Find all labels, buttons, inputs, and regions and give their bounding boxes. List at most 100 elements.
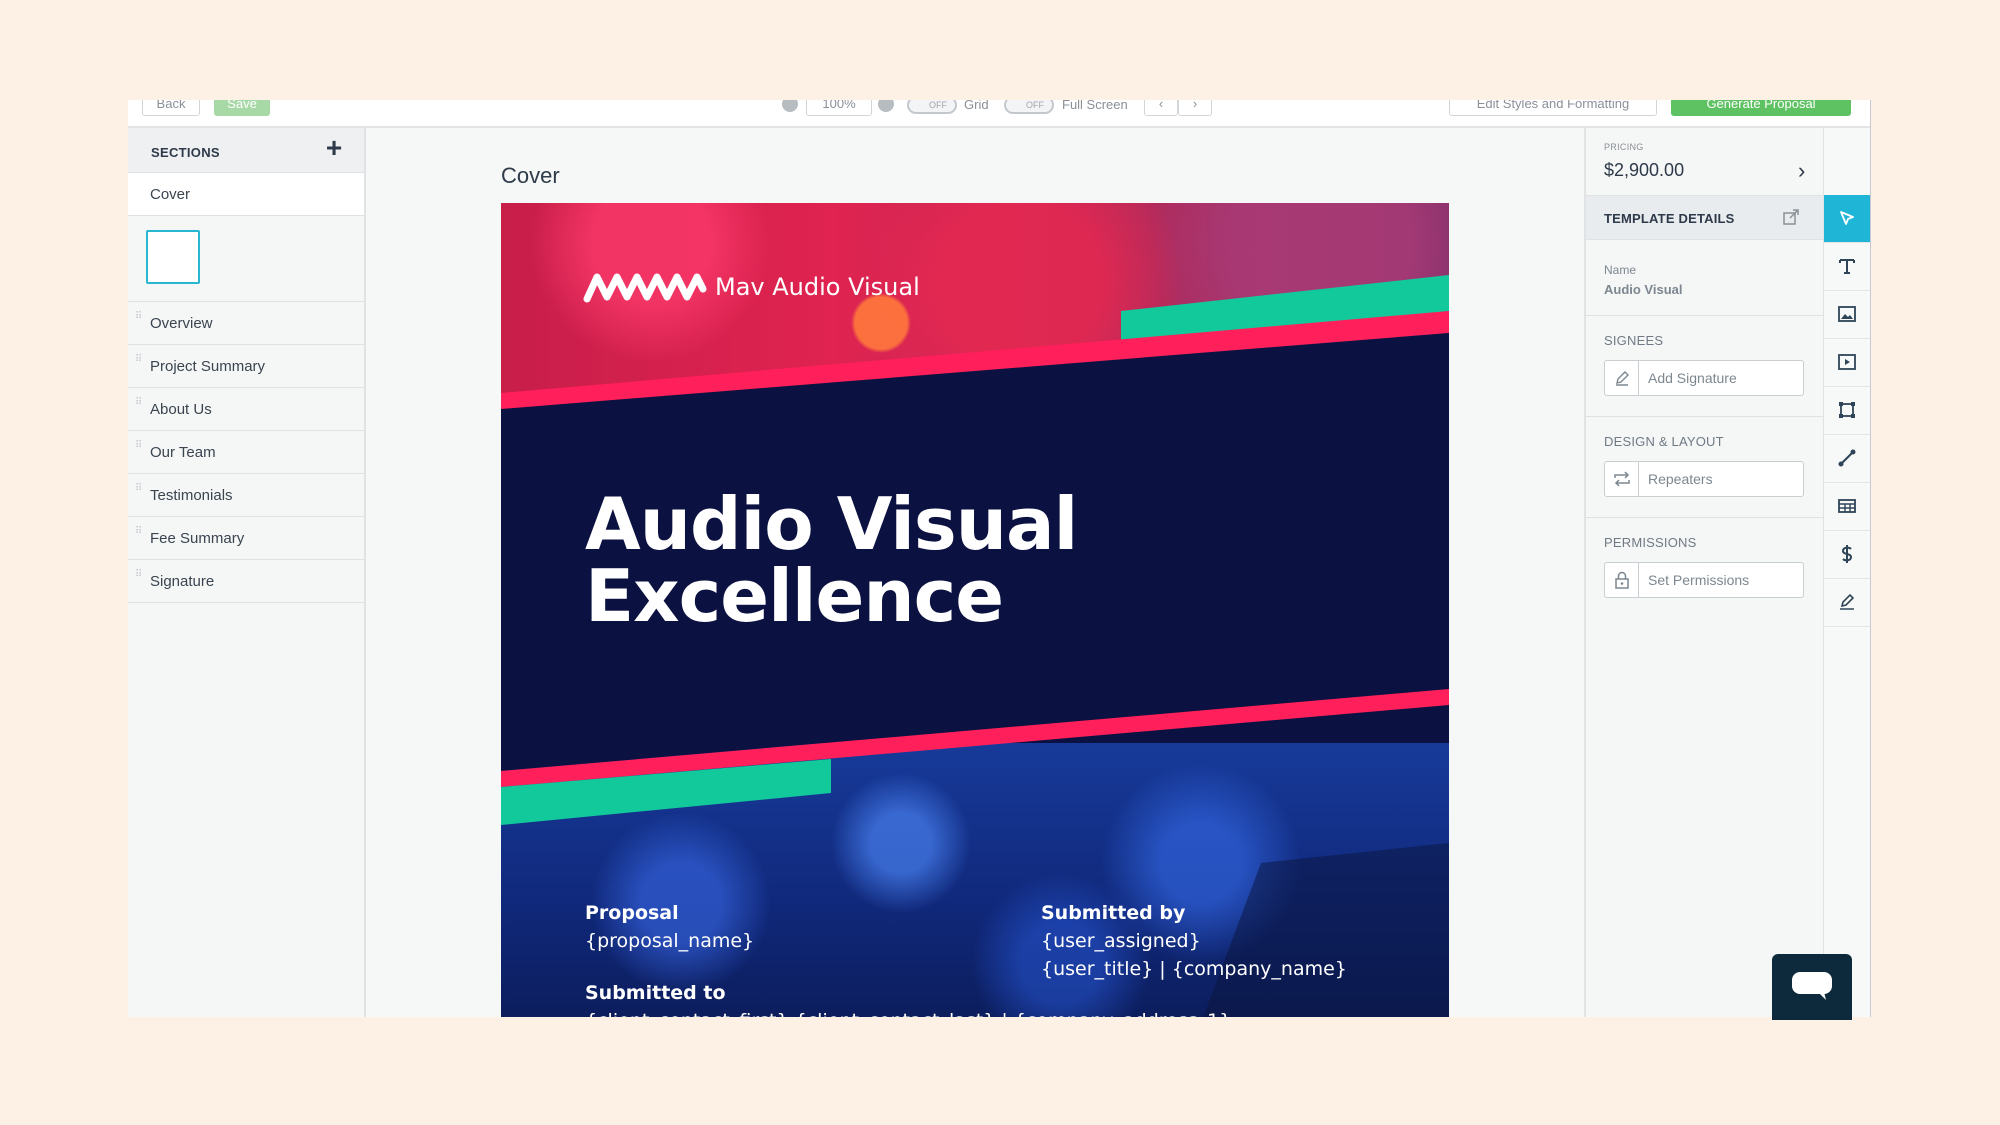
grid-toggle[interactable]: OFF: [907, 100, 957, 114]
text-tool[interactable]: [1824, 243, 1870, 291]
submitted-by-label: Submitted by: [1041, 902, 1186, 924]
drag-handle-icon[interactable]: ⠿: [135, 355, 143, 373]
sections-title: SECTIONS: [151, 145, 220, 160]
submitted-to-label: Submitted to: [585, 982, 726, 1004]
signature-tool[interactable]: [1824, 579, 1870, 627]
redo-button[interactable]: ›: [1178, 100, 1212, 116]
pointer-tool[interactable]: [1824, 195, 1870, 243]
template-details-title: TEMPLATE DETAILS: [1604, 211, 1735, 226]
submitted-to-value: {client_contact_first} {client_contact_l…: [585, 1007, 1231, 1017]
tool-rail: [1823, 128, 1870, 1017]
video-tool[interactable]: [1824, 339, 1870, 387]
proposal-editor: Back Save 100% OFF Grid OFF Full Screen …: [128, 100, 1871, 1017]
line-tool[interactable]: [1824, 435, 1870, 483]
zoom-in-icon[interactable]: [878, 100, 894, 112]
cover-thumbnail-row: [128, 216, 364, 302]
sidebar-item-label: Testimonials: [150, 487, 233, 504]
dollar-icon: [1841, 545, 1853, 563]
signature-icon: [1840, 593, 1855, 610]
sidebar-item-label: Our Team: [150, 444, 216, 461]
drag-handle-icon[interactable]: ⠿: [135, 484, 143, 502]
sidebar-item-signature[interactable]: ⠿ Signature: [128, 560, 364, 603]
chat-widget-button[interactable]: [1772, 954, 1852, 1020]
name-label: Name: [1604, 263, 1637, 277]
add-signature-button[interactable]: Add Signature: [1604, 360, 1804, 396]
table-tool[interactable]: [1824, 483, 1870, 531]
add-signature-label: Add Signature: [1648, 370, 1737, 386]
submitted-to-field: Submitted to {client_contact_first} {cli…: [585, 979, 1231, 1017]
headline-line-2: Excellence: [585, 554, 1004, 638]
sidebar-item-label: Signature: [150, 573, 215, 590]
sidebar-item-label: Project Summary: [150, 358, 266, 375]
image-tool[interactable]: [1824, 291, 1870, 339]
set-permissions-label: Set Permissions: [1648, 572, 1750, 588]
section-title: Cover: [501, 163, 560, 188]
undo-button[interactable]: ‹: [1144, 100, 1178, 116]
sidebar-item-testimonials[interactable]: ⠿ Testimonials: [128, 474, 364, 517]
chevron-right-icon[interactable]: ›: [1798, 158, 1805, 184]
brand-name: Mav Audio Visual: [715, 273, 920, 301]
design-layout-section: DESIGN & LAYOUT Repeaters: [1586, 417, 1823, 518]
sidebar-item-fee-summary[interactable]: ⠿ Fee Summary: [128, 517, 364, 560]
signees-title: SIGNEES: [1604, 333, 1664, 348]
edit-styles-button[interactable]: Edit Styles and Formatting: [1449, 100, 1657, 116]
fullscreen-toggle[interactable]: OFF: [1004, 100, 1054, 114]
repeaters-label: Repeaters: [1648, 471, 1713, 487]
chat-bubble-icon: [1792, 972, 1832, 1000]
name-value: Audio Visual: [1604, 282, 1683, 297]
design-layout-title: DESIGN & LAYOUT: [1604, 434, 1724, 449]
redo-icon: ›: [1192, 100, 1198, 111]
video-icon: [1838, 354, 1856, 370]
line-icon: [1838, 449, 1856, 467]
sidebar-item-label: Fee Summary: [150, 530, 245, 547]
sections-header: SECTIONS +: [128, 128, 364, 173]
undo-icon: ‹: [1158, 100, 1164, 111]
sidebar-item-label: Cover: [150, 186, 191, 203]
sidebar-item-our-team[interactable]: ⠿ Our Team: [128, 431, 364, 474]
pricing-tool[interactable]: [1824, 531, 1870, 579]
cover-page[interactable]: Mav Audio Visual Audio Visual Excellence…: [501, 203, 1449, 1017]
zoom-out-icon[interactable]: [782, 100, 798, 112]
template-details-header: TEMPLATE DETAILS: [1586, 195, 1823, 240]
fullscreen-label: Full Screen: [1062, 100, 1128, 112]
template-name-block: Name Audio Visual: [1586, 240, 1823, 316]
proposal-value: {proposal_name}: [585, 930, 755, 952]
sidebar-item-label: Overview: [150, 315, 213, 332]
editor-canvas: Cover Mav Audio Visual Audio Visual Exce…: [366, 128, 1584, 1017]
sections-sidebar: SECTIONS + Cover ⠿ Overview ⠿ Project Su…: [128, 128, 366, 1017]
signees-section: SIGNEES Add Signature: [1586, 316, 1823, 417]
pricing-value: $2,900.00: [1604, 160, 1685, 180]
back-button[interactable]: Back: [142, 100, 200, 116]
submitted-by-user: {user_assigned}: [1041, 930, 1201, 952]
repeaters-button[interactable]: Repeaters: [1604, 461, 1804, 497]
sidebar-item-overview[interactable]: ⠿ Overview: [128, 302, 364, 345]
zoom-select[interactable]: 100%: [806, 100, 872, 116]
sidebar-item-project-summary[interactable]: ⠿ Project Summary: [128, 345, 364, 388]
cover-thumbnail[interactable]: [146, 230, 200, 284]
drag-handle-icon[interactable]: ⠿: [135, 398, 143, 416]
sidebar-item-cover[interactable]: Cover: [128, 173, 364, 216]
plus-icon[interactable]: +: [321, 134, 347, 162]
pointer-icon: [1840, 211, 1854, 225]
drag-handle-icon[interactable]: ⠿: [135, 441, 143, 459]
drag-handle-icon[interactable]: ⠿: [135, 570, 143, 588]
sidebar-item-label: About Us: [150, 401, 212, 418]
shape-tool[interactable]: [1824, 387, 1870, 435]
text-icon: [1839, 259, 1855, 274]
drag-handle-icon[interactable]: ⠿: [135, 312, 143, 330]
permissions-title: PERMISSIONS: [1604, 535, 1697, 550]
top-toolbar: Back Save 100% OFF Grid OFF Full Screen …: [128, 100, 1870, 128]
drag-handle-icon[interactable]: ⠿: [135, 527, 143, 545]
generate-proposal-button[interactable]: Generate Proposal: [1671, 100, 1851, 116]
pen-icon: [1616, 371, 1629, 386]
section-list: ⠿ Overview ⠿ Project Summary ⠿ About Us …: [128, 302, 364, 603]
proposal-label: Proposal: [585, 902, 679, 924]
repeat-icon: [1614, 471, 1630, 487]
set-permissions-button[interactable]: Set Permissions: [1604, 562, 1804, 598]
save-button[interactable]: Save: [214, 100, 270, 116]
lock-icon: [1615, 571, 1629, 589]
sidebar-item-about-us[interactable]: ⠿ About Us: [128, 388, 364, 431]
external-edit-icon[interactable]: [1782, 208, 1800, 226]
shape-icon: [1839, 402, 1855, 418]
table-icon: [1838, 499, 1856, 513]
